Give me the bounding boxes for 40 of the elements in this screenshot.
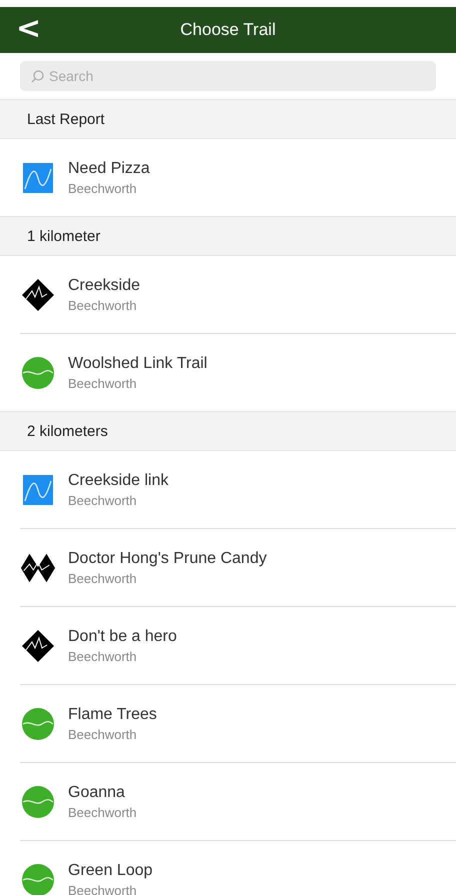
trail-name: Flame Trees — [68, 706, 157, 724]
trail-name: Creekside — [68, 276, 140, 294]
trail-list-item[interactable]: Don't be a hero Beechworth — [20, 606, 456, 684]
diamond-icon — [20, 628, 56, 664]
trail-name: Creekside link — [68, 472, 168, 490]
trail-location: Beechworth — [68, 882, 138, 895]
trail-location: Beechworth — [68, 376, 138, 390]
trail-location: Beechworth — [68, 726, 138, 742]
trail-list-item[interactable]: Creekside Beechworth — [20, 256, 456, 333]
search-field[interactable]: Search — [20, 61, 436, 91]
trail-list-item[interactable]: Need Pizza Beechworth — [20, 139, 456, 216]
trail-name: Green Loop — [68, 862, 153, 880]
trail-list-item[interactable]: Doctor Hong's Prune Candy Beechworth — [20, 528, 456, 606]
screen-title: Choose Trail — [180, 20, 276, 40]
trail-location: Beechworth — [68, 492, 138, 508]
section-header: 1 kilometer — [0, 216, 456, 256]
trail-list-item[interactable]: Goanna Beechworth — [20, 762, 456, 840]
search-icon — [31, 70, 44, 83]
trail-location: Beechworth — [68, 570, 138, 586]
trail-name: Doctor Hong's Prune Candy — [68, 550, 267, 568]
square-wave-icon — [23, 162, 53, 192]
trail-list-item[interactable]: Green Loop Beechworth — [20, 840, 456, 895]
circle-icon — [22, 786, 54, 818]
diamond-icon — [20, 276, 56, 312]
trail-name: Don't be a hero — [68, 628, 177, 646]
trail-name: Need Pizza — [68, 160, 150, 178]
trail-location: Beechworth — [68, 804, 137, 820]
trail-location: Beechworth — [68, 180, 138, 196]
trail-location: Beechworth — [68, 298, 138, 312]
trail-name: Woolshed Link Trail — [68, 354, 208, 372]
trail-location: Beechworth — [68, 648, 138, 664]
circle-icon — [22, 708, 54, 740]
trail-name: Goanna — [68, 784, 126, 802]
circle-icon — [22, 356, 54, 388]
trail-list-item[interactable]: Flame Trees Beechworth — [20, 684, 456, 762]
trail-list-item[interactable]: Creekside link Beechworth — [20, 451, 456, 528]
back-button[interactable]: < — [12, 13, 46, 45]
section-header: 2 kilometers — [0, 411, 456, 451]
square-wave-icon — [23, 474, 53, 504]
section-header: Last Report — [0, 99, 456, 139]
